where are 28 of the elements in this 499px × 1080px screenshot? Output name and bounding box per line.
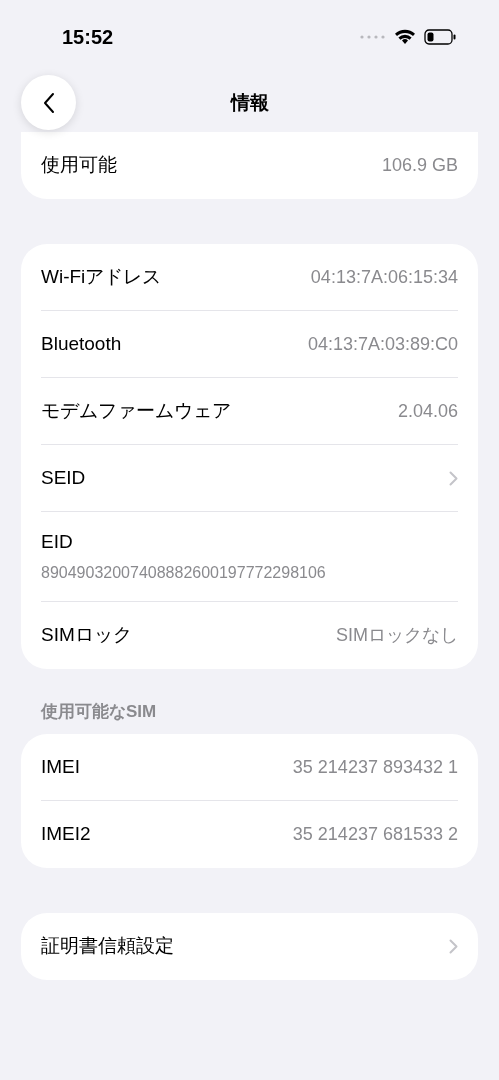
row-value: 35 214237 681533 2 [292,823,458,846]
row-label: モデムファームウェア [41,398,231,423]
back-icon [42,91,55,114]
row-value: 106.9 GB [381,154,458,177]
chevron-right-icon [449,939,458,954]
row-value: 35 214237 893432 1 [292,755,458,779]
wifi-icon [394,29,416,45]
signal-dots-icon [360,35,386,39]
row-value: 2.04.06 [397,399,458,423]
row-value: 04:13:7A:06:15:34 [310,265,458,289]
back-button[interactable] [21,75,76,130]
row-label: Bluetooth [41,331,122,356]
row-value: 04:13:7A:03:89:C0 [307,332,458,356]
row-label: SIMロック [41,622,132,647]
status-time: 15:52 [62,25,114,50]
battery-icon [424,29,457,45]
row-value: SIMロックなし [336,623,458,647]
row-label: IMEI2 [41,822,91,847]
row-value: 89049032007408882600197772298106 [41,562,327,583]
row-label: 使用可能 [41,153,117,178]
nav-title: 情報 [230,90,269,115]
section-header: 使用可能なSIM [41,700,158,723]
row-label: IMEI [41,754,81,779]
chevron-right-icon [449,470,458,486]
list-row[interactable]: 証明書信頼設定 [41,913,458,980]
list-row[interactable]: SEID [41,445,458,512]
row-label: Wi-Fiアドレス [41,264,162,289]
row-label: EID [41,530,74,554]
